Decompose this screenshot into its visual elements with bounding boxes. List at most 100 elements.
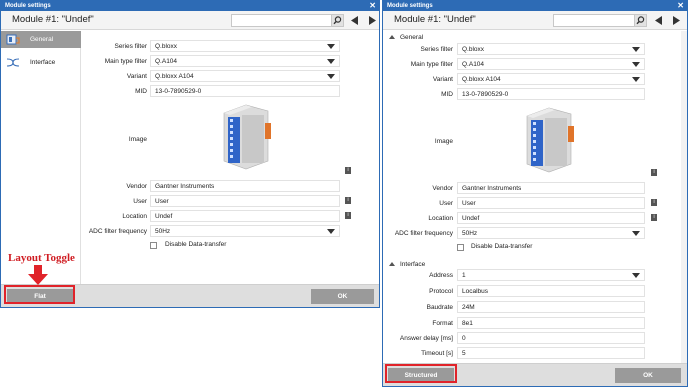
close-icon[interactable]: ✕	[677, 1, 684, 11]
window-title: Module settings	[387, 3, 433, 9]
search-icon	[636, 16, 645, 25]
answer-delay-row: Answer delay [ms] 0	[383, 332, 683, 345]
ok-button[interactable]: OK	[311, 289, 374, 304]
ok-button[interactable]: OK	[615, 368, 681, 383]
sidebar-item-label: Interface	[30, 59, 56, 66]
variant-select[interactable]: Q.bloxx A104	[457, 73, 645, 85]
series-filter-row: Series filter Q.bloxx	[81, 40, 343, 53]
field-label: Timeout [s]	[421, 350, 453, 357]
field-value: User	[462, 200, 476, 207]
sidebar-item-general[interactable]: General	[1, 31, 81, 48]
vendor-field: Gantner Instruments	[150, 180, 340, 192]
adc-filter-select[interactable]: 50Hz	[150, 225, 340, 237]
search-button[interactable]	[634, 14, 647, 27]
close-icon[interactable]: ✕	[369, 1, 376, 11]
checkbox-label: Disable Data-transfer	[165, 241, 227, 248]
previous-arrow-icon[interactable]	[349, 15, 361, 26]
search-button[interactable]	[331, 14, 344, 27]
location-input[interactable]: Undef	[150, 210, 340, 222]
main-type-filter-select[interactable]: Q.A104	[457, 58, 645, 70]
select-value: Q.bloxx	[155, 43, 178, 50]
adc-filter-row: ADC filter frequency 50Hz	[383, 227, 683, 240]
field-label: User	[133, 198, 147, 205]
sidebar: General Interface	[1, 31, 81, 284]
search-input[interactable]	[231, 14, 344, 27]
select-value: 50Hz	[462, 230, 478, 237]
select-value: Q.bloxx A104	[155, 73, 194, 80]
protocol-row: Protocol Localbus	[383, 285, 683, 298]
field-label: ADC filter frequency	[88, 228, 147, 235]
vendor-row: Vendor Gantner Instruments	[383, 182, 683, 195]
module-image	[519, 104, 579, 174]
chevron-down-icon	[632, 77, 640, 82]
vertical-scrollbar[interactable]	[681, 31, 687, 363]
field-value: User	[155, 198, 169, 205]
chevron-down-icon	[327, 229, 335, 234]
variant-row: Variant Q.bloxx A104	[81, 70, 343, 83]
layout-toggle-highlight	[385, 364, 457, 383]
module-title: Module #1: "Undef"	[12, 14, 94, 25]
image-info-button[interactable]: i	[345, 167, 351, 174]
series-filter-select[interactable]: Q.bloxx	[150, 40, 340, 52]
chevron-down-icon	[632, 62, 640, 67]
format-row: Format 8e1	[383, 317, 683, 330]
field-label: Protocol	[429, 288, 453, 295]
user-info-button[interactable]: i	[651, 199, 657, 206]
series-filter-select[interactable]: Q.bloxx	[457, 43, 645, 55]
general-section-header[interactable]: General	[389, 32, 423, 43]
format-field: 8e1	[457, 317, 645, 329]
field-label: Variant	[126, 73, 147, 80]
chevron-down-icon	[327, 74, 335, 79]
mid-row: MID 13-0-7890529-0	[383, 88, 683, 101]
select-value: Q.bloxx A104	[462, 76, 501, 83]
window-titlebar: Module settings ✕	[383, 1, 687, 11]
image-info-button[interactable]: i	[651, 169, 657, 176]
previous-arrow-icon[interactable]	[653, 15, 665, 26]
location-info-button[interactable]: i	[345, 212, 351, 219]
answer-delay-input[interactable]: 0	[457, 332, 645, 344]
next-arrow-icon[interactable]	[670, 15, 682, 26]
checkbox-label: Disable Data-transfer	[471, 243, 533, 250]
module-icon	[6, 34, 20, 45]
select-value: Q.A104	[155, 58, 178, 65]
field-label: Main type filter	[410, 61, 453, 68]
user-input[interactable]: User	[457, 197, 645, 209]
window-titlebar: Module settings ✕	[1, 1, 379, 11]
timeout-input[interactable]: 5	[457, 347, 645, 359]
search-icon	[333, 16, 342, 25]
timeout-row: Timeout [s] 5	[383, 347, 683, 360]
user-row: User User	[383, 197, 683, 210]
variant-select[interactable]: Q.bloxx A104	[150, 70, 340, 82]
user-input[interactable]: User	[150, 195, 340, 207]
field-value: 5	[462, 350, 466, 357]
location-info-button[interactable]: i	[651, 214, 657, 221]
field-label: Variant	[432, 76, 453, 83]
sidebar-item-interface[interactable]: Interface	[1, 54, 81, 71]
chevron-down-icon	[327, 44, 335, 49]
disable-data-transfer-checkbox[interactable]	[457, 244, 464, 251]
field-value: 8e1	[462, 320, 473, 327]
field-label: ADC filter frequency	[394, 230, 453, 237]
disable-data-transfer-checkbox[interactable]	[150, 242, 157, 249]
search-input[interactable]	[553, 14, 647, 27]
main-type-filter-select[interactable]: Q.A104	[150, 55, 340, 67]
field-label: Series filter	[420, 46, 453, 53]
window-body: General Series filter Q.bloxx Main type …	[383, 31, 687, 386]
field-value: Undef	[462, 215, 480, 222]
adc-filter-select[interactable]: 50Hz	[457, 227, 645, 239]
field-label: MID	[441, 91, 453, 98]
window-title: Module settings	[5, 3, 51, 9]
baudrate-row: Baudrate 24M	[383, 301, 683, 314]
field-value: 13-0-7890529-0	[155, 88, 202, 95]
arrow-down-icon	[28, 265, 48, 285]
location-input[interactable]: Undef	[457, 212, 645, 224]
field-label: Vendor	[126, 183, 147, 190]
mid-field: 13-0-7890529-0	[457, 88, 645, 100]
baudrate-field: 24M	[457, 301, 645, 313]
next-arrow-icon[interactable]	[366, 15, 378, 26]
address-select[interactable]: 1	[457, 269, 645, 281]
chevron-down-icon	[632, 231, 640, 236]
layout-toggle-annotation: Layout Toggle	[8, 252, 75, 264]
user-info-button[interactable]: i	[345, 197, 351, 204]
protocol-field: Localbus	[457, 285, 645, 297]
